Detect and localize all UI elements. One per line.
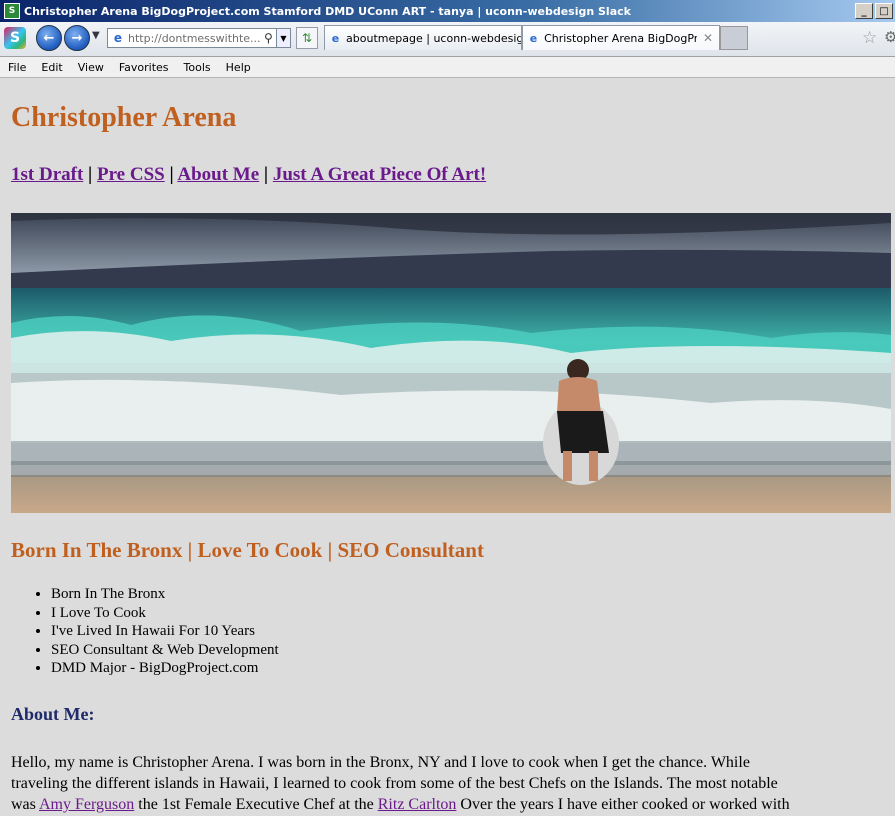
- tools-gear-icon[interactable]: ⚙: [884, 28, 895, 46]
- address-dropdown-icon[interactable]: ▼: [276, 28, 291, 48]
- address-bar[interactable]: e http://dontmesswithte... ⚲: [107, 28, 279, 48]
- nav-link-about-me[interactable]: About Me: [177, 164, 259, 185]
- ie-tab-icon: e: [529, 31, 538, 45]
- hero-beach-image: [11, 213, 891, 513]
- ie-tab-icon: e: [331, 31, 340, 45]
- refresh-icon[interactable]: ⇅: [296, 27, 318, 49]
- paragraph-text: Over the years I have either cooked or w…: [456, 796, 790, 813]
- nav-link-1st-draft[interactable]: 1st Draft: [11, 164, 83, 185]
- about-heading: About Me:: [11, 704, 95, 724]
- list-item: I've Lived In Hawaii For 10 Years: [51, 622, 279, 641]
- list-item: DMD Major - BigDogProject.com: [51, 659, 279, 678]
- browser-toolbar: S ← → ▼ e http://dontmesswithte... ⚲ ▼ ⇅…: [0, 22, 895, 57]
- tab-label: Christopher Arena BigDogPr...: [544, 31, 697, 45]
- back-arrow-icon[interactable]: ←: [36, 25, 62, 51]
- forward-arrow-icon[interactable]: →: [64, 25, 90, 51]
- tab-label: aboutmepage | uconn-webdesig...: [346, 31, 521, 45]
- minimize-button[interactable]: _: [855, 3, 873, 19]
- window-title: Christopher Arena BigDogProject.com Stam…: [24, 4, 631, 18]
- tab-christopher-arena[interactable]: e Christopher Arena BigDogPr... ✕: [522, 25, 720, 50]
- maximize-button[interactable]: □: [875, 3, 893, 19]
- nav-link-great-art[interactable]: Just A Great Piece Of Art!: [273, 164, 486, 185]
- amy-ferguson-link[interactable]: Amy Ferguson: [39, 796, 134, 813]
- site-nav: 1st Draft | Pre CSS | About Me | Just A …: [11, 164, 486, 186]
- menu-tools[interactable]: Tools: [176, 61, 218, 74]
- paragraph-line: traveling the different islands in Hawai…: [11, 775, 778, 792]
- window-title-bar: S Christopher Arena BigDogProject.com St…: [0, 0, 895, 22]
- new-tab-button[interactable]: [720, 26, 748, 50]
- menu-favorites[interactable]: Favorites: [111, 61, 176, 74]
- menu-file[interactable]: File: [0, 61, 33, 74]
- menu-edit[interactable]: Edit: [33, 61, 69, 74]
- facts-list: Born In The Bronx I Love To Cook I've Li…: [11, 585, 279, 678]
- address-input[interactable]: http://dontmesswithte...: [128, 32, 264, 45]
- close-tab-icon[interactable]: ✕: [703, 31, 713, 45]
- tab-aboutmepage[interactable]: e aboutmepage | uconn-webdesig...: [324, 25, 522, 50]
- list-item: Born In The Bronx: [51, 585, 279, 604]
- nav-separator: |: [88, 164, 93, 185]
- beach-photo: [11, 213, 891, 513]
- menu-help[interactable]: Help: [218, 61, 258, 74]
- slack-icon[interactable]: S: [4, 27, 26, 49]
- history-dropdown-icon[interactable]: ▼: [92, 30, 100, 41]
- subheading: Born In The Bronx | Love To Cook | SEO C…: [11, 538, 484, 562]
- nav-separator: |: [263, 164, 269, 185]
- list-item: SEO Consultant & Web Development: [51, 641, 279, 660]
- menu-view[interactable]: View: [70, 61, 111, 74]
- paragraph-text: was: [11, 796, 39, 813]
- ie-page-icon: e: [113, 31, 123, 45]
- about-paragraph: Hello, my name is Christopher Arena. I w…: [11, 752, 895, 815]
- favorites-star-icon[interactable]: ☆: [862, 28, 877, 48]
- paragraph-line: Hello, my name is Christopher Arena. I w…: [11, 754, 750, 771]
- paragraph-text: the 1st Female Executive Chef at the: [134, 796, 378, 813]
- slack-app-icon: S: [4, 3, 20, 19]
- page-title: Christopher Arena: [11, 102, 237, 133]
- nav-link-pre-css[interactable]: Pre CSS: [97, 164, 165, 185]
- ritz-carlton-link[interactable]: Ritz Carlton: [378, 796, 457, 813]
- nav-separator: |: [169, 164, 174, 185]
- paragraph-line: was Amy Ferguson the 1st Female Executiv…: [11, 794, 895, 815]
- list-item: I Love To Cook: [51, 604, 279, 623]
- menu-bar: File Edit View Favorites Tools Help: [0, 57, 895, 78]
